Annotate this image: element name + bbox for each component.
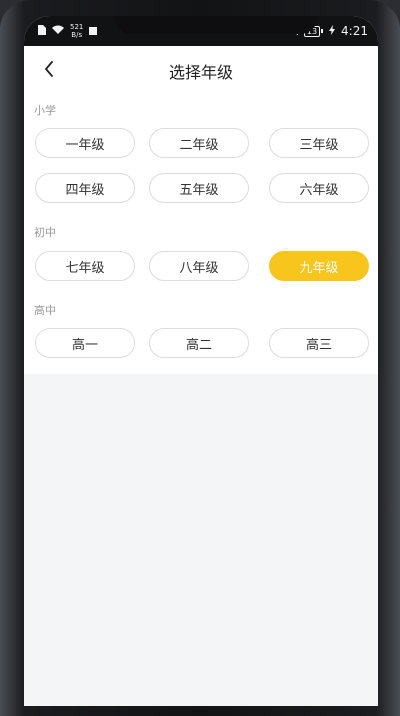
page-title: 选择年级 (168, 63, 233, 82)
grade-button[interactable]: 高三 (269, 328, 369, 358)
charging-icon (329, 24, 336, 38)
grade-button[interactable]: 九年级 (269, 251, 369, 281)
grade-button[interactable]: 三年级 (269, 128, 369, 158)
phone-notch (114, 16, 318, 34)
section-label-middle: 初中 (34, 226, 56, 239)
section-label-primary: 小学 (34, 104, 56, 117)
grade-button[interactable]: 七年级 (35, 251, 135, 281)
grade-button[interactable]: 六年级 (269, 173, 369, 203)
section-label-high: 高中 (34, 304, 56, 317)
grade-button[interactable]: 高一 (35, 328, 135, 358)
network-speed: 521 B/s (70, 23, 84, 39)
clock-time: 4:21 (341, 24, 368, 38)
grade-button[interactable]: 五年级 (149, 173, 249, 203)
phone-frame: 521 B/s 13 4:21 选择年级 小学 一年级 二年级 三年级 四年级 … (0, 0, 400, 716)
grade-button[interactable]: 二年级 (149, 128, 249, 158)
grade-selection-panel: 小学 一年级 二年级 三年级 四年级 五年级 六年级 初中 七年级 八年级 九年… (24, 96, 378, 374)
chevron-left-icon (44, 61, 54, 81)
grade-button[interactable]: 一年级 (35, 128, 135, 158)
grade-button[interactable]: 八年级 (149, 251, 249, 281)
grade-button[interactable]: 高二 (149, 328, 249, 358)
grade-button[interactable]: 四年级 (35, 173, 135, 203)
phone-screen: 521 B/s 13 4:21 选择年级 小学 一年级 二年级 三年级 四年级 … (24, 16, 378, 706)
app-header: 选择年级 (24, 46, 378, 96)
sim-icon (38, 24, 46, 38)
wifi-icon (52, 25, 64, 38)
notification-square-icon (89, 25, 98, 38)
back-button[interactable] (34, 56, 64, 86)
